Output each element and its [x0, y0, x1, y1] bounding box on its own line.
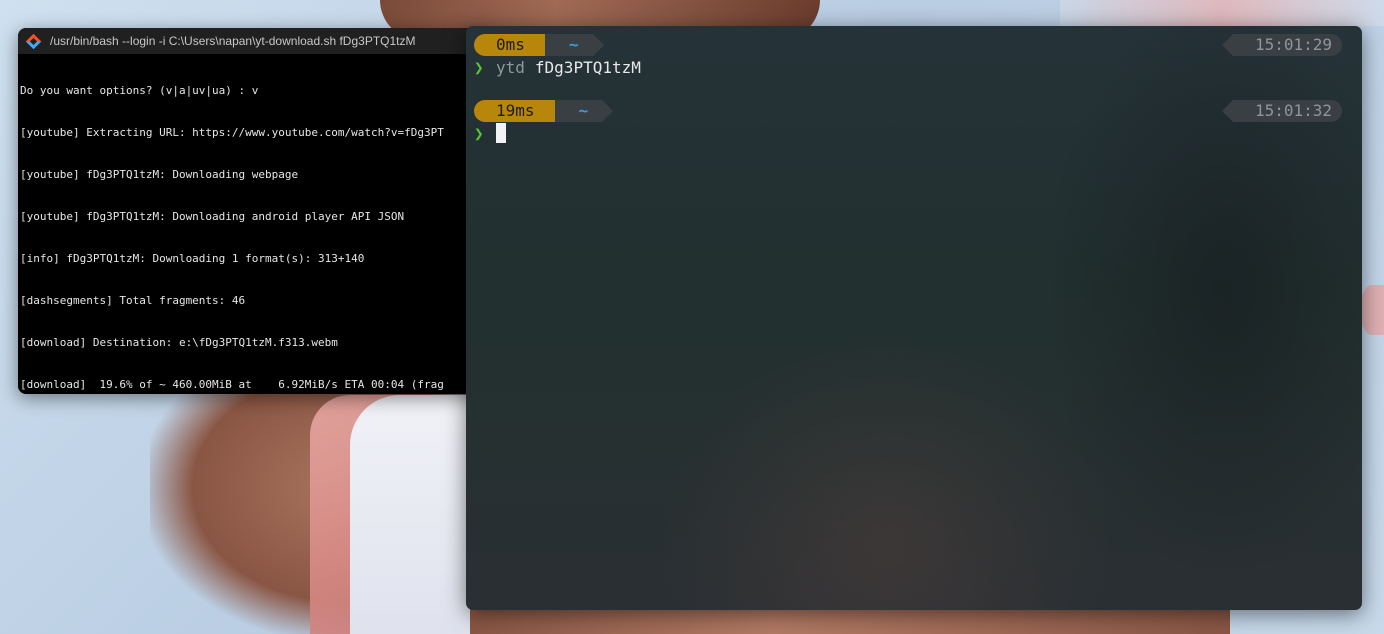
- wallpaper-dress: [350, 395, 470, 634]
- command-argument: fDg3PTQ1tzM: [534, 57, 641, 77]
- input-line[interactable]: ❯: [474, 122, 506, 144]
- prompt-line: 0ms ~: [474, 34, 604, 56]
- prompt-line: 19ms ~: [474, 100, 613, 122]
- output-line: [youtube] fDg3PTQ1tzM: Downloading webpa…: [20, 168, 299, 181]
- prompt-chevron-icon: ❯: [474, 57, 484, 77]
- output-line: Do you want options? (v|a|uv|ua) : v: [20, 84, 259, 97]
- text-cursor[interactable]: [496, 123, 506, 143]
- wallpaper-petal: [1360, 285, 1384, 335]
- time-segment: 15:01:32: [1221, 100, 1342, 122]
- duration-segment: 19ms: [474, 100, 566, 122]
- mintty-titlebar[interactable]: /usr/bin/bash --login -i C:\Users\napan\…: [18, 28, 488, 54]
- duration-segment: 0ms: [474, 34, 556, 56]
- time-segment: 15:01:29: [1221, 34, 1342, 56]
- git-bash-icon: [25, 33, 42, 49]
- directory-segment: ~: [554, 100, 613, 122]
- wallpaper-accent: [1060, 0, 1384, 26]
- output-line: [info] fDg3PTQ1tzM: Downloading 1 format…: [20, 252, 365, 265]
- command-line: ❯ ytd fDg3PTQ1tzM: [474, 56, 641, 78]
- mintty-output[interactable]: Do you want options? (v|a|uv|ua) : v [yo…: [18, 54, 488, 394]
- output-line: [download] 19.6% of ~ 460.00MiB at 6.92M…: [20, 378, 444, 391]
- mintty-window[interactable]: /usr/bin/bash --login -i C:\Users\napan\…: [18, 28, 488, 394]
- terminal-window[interactable]: 0ms ~ 15:01:29 ❯ ytd fDg3PTQ1tzM 19ms ~ …: [466, 26, 1362, 610]
- prompt-chevron-icon: ❯: [474, 123, 484, 143]
- output-line: [dashsegments] Total fragments: 46: [20, 294, 246, 307]
- output-line: [download] Destination: e:\fDg3PTQ1tzM.f…: [20, 336, 338, 349]
- output-line: [youtube] Extracting URL: https://www.yo…: [20, 126, 444, 139]
- directory-segment: ~: [544, 34, 604, 56]
- mintty-title: /usr/bin/bash --login -i C:\Users\napan\…: [50, 34, 416, 48]
- command-name: ytd: [496, 57, 525, 77]
- output-line: [youtube] fDg3PTQ1tzM: Downloading andro…: [20, 210, 405, 223]
- wallpaper-bottom: [470, 608, 1230, 634]
